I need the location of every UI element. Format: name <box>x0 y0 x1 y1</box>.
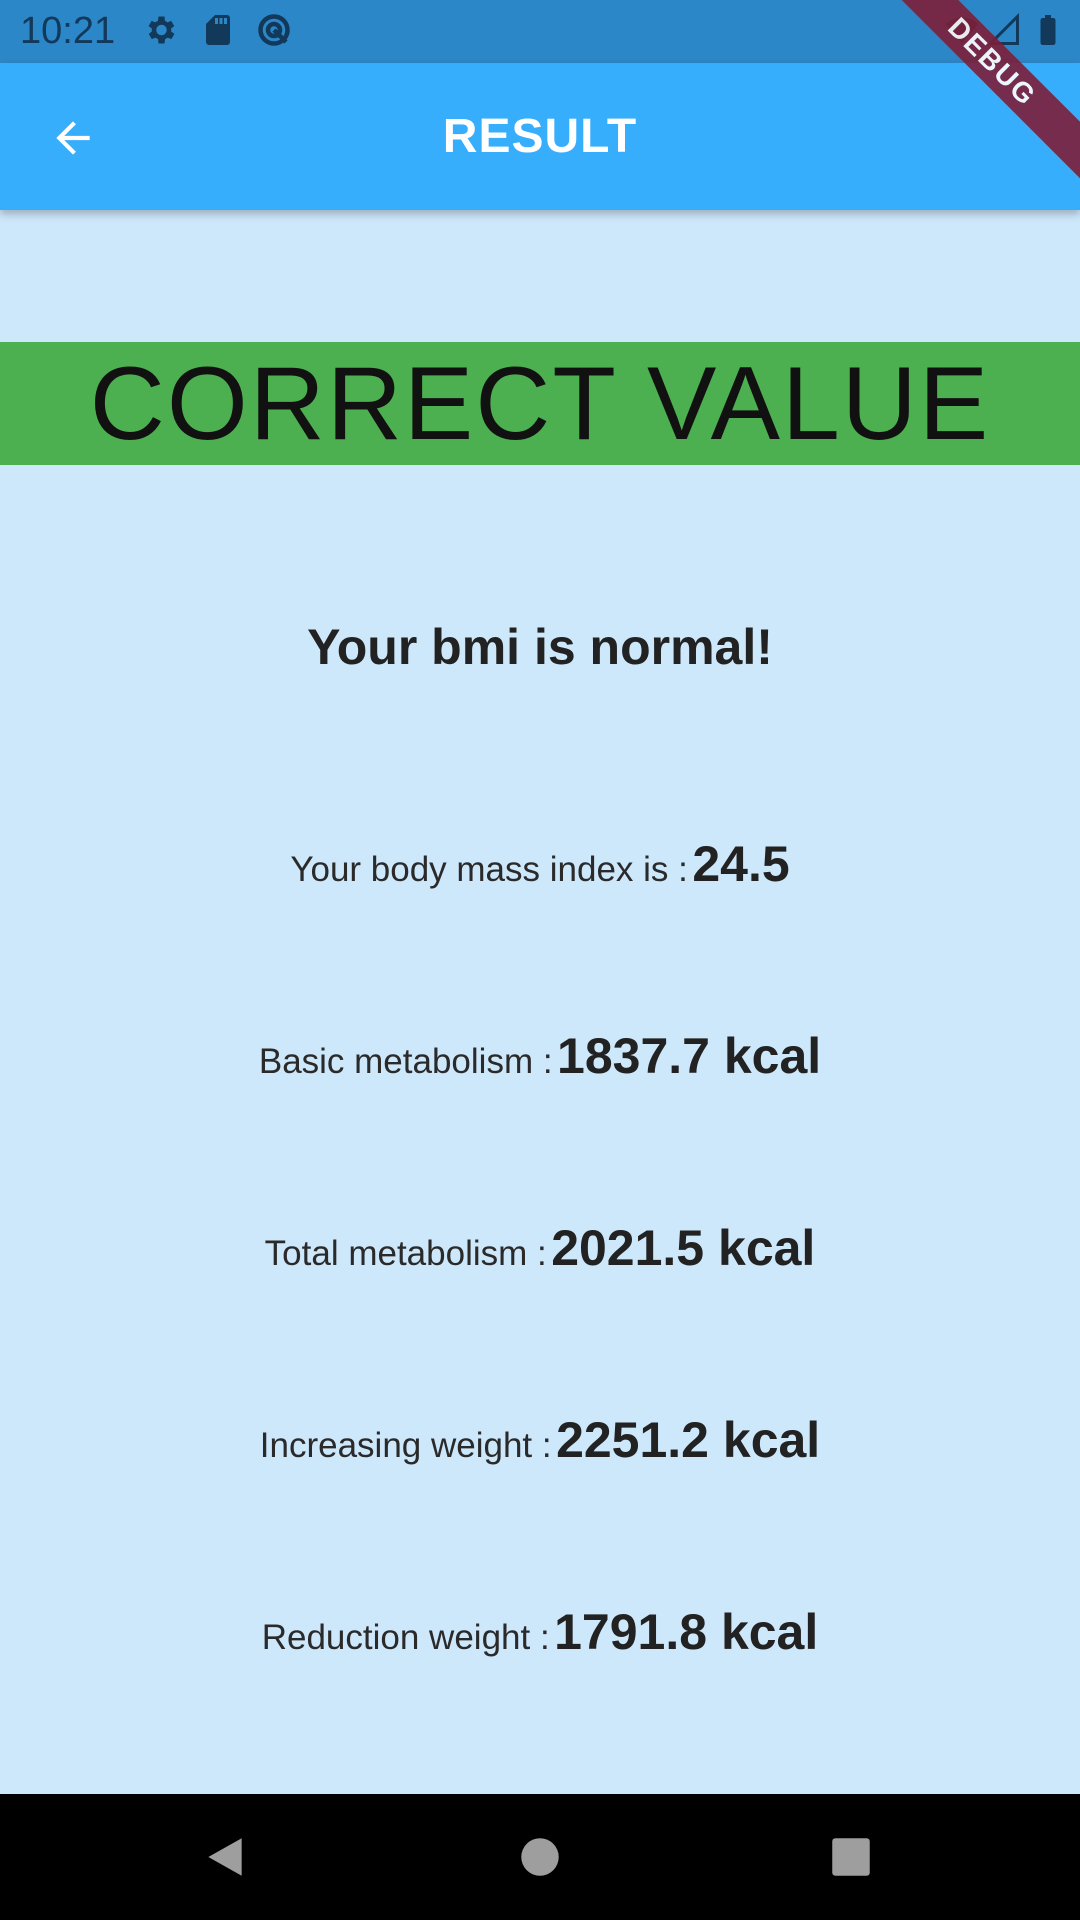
metric-row-basic-metabolism: Basic metabolism : 1837.7 kcal <box>0 1027 1080 1085</box>
metric-value: 1837.7 kcal <box>557 1028 822 1084</box>
back-triangle-icon[interactable] <box>200 1832 250 1882</box>
metric-row-increasing-weight: Increasing weight : 2251.2 kcal <box>0 1411 1080 1469</box>
metric-value: 24.5 <box>692 836 790 892</box>
navigation-bar <box>0 1794 1080 1920</box>
home-circle-icon[interactable] <box>515 1832 565 1882</box>
battery-icon <box>1040 15 1056 45</box>
metric-label: Increasing weight : <box>259 1426 552 1465</box>
metric-label: Basic metabolism : <box>258 1042 553 1081</box>
bmi-message: Your bmi is normal! <box>307 619 773 675</box>
metric-value: 2021.5 kcal <box>551 1220 816 1276</box>
app-bar: RESULT <box>0 63 1080 210</box>
sd-card-icon <box>206 15 230 45</box>
metric-label: Reduction weight : <box>261 1618 550 1657</box>
metric-row-total-metabolism: Total metabolism : 2021.5 kcal <box>0 1219 1080 1277</box>
page-title: RESULT <box>442 110 638 163</box>
metric-row-reduction-weight: Reduction weight : 1791.8 kcal <box>0 1603 1080 1661</box>
recents-square-icon[interactable] <box>826 1832 876 1882</box>
metric-label: Your body mass index is : <box>290 850 688 889</box>
result-banner: CORRECT VALUE <box>0 342 1080 465</box>
metric-value: 2251.2 kcal <box>556 1412 821 1468</box>
metric-label: Total metabolism : <box>264 1234 547 1273</box>
result-banner-text: CORRECT VALUE <box>89 345 991 462</box>
sync-icon <box>258 14 290 46</box>
gear-icon <box>148 16 175 44</box>
metric-value: 1791.8 kcal <box>554 1604 819 1660</box>
status-time: 10:21 <box>20 10 116 52</box>
metric-row-bmi: Your body mass index is : 24.5 <box>0 835 1080 893</box>
